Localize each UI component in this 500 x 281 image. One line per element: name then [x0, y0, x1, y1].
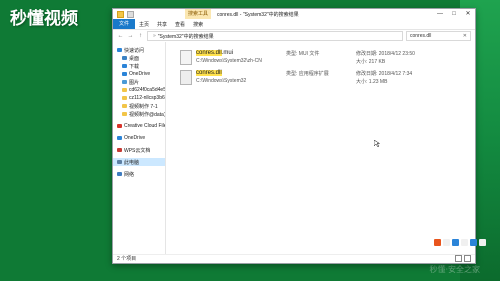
sidebar-item[interactable]: WPS云文档 — [113, 146, 165, 154]
result-type: 类型: MUI 文件 — [286, 51, 320, 57]
sidebar-item-label: 图片 — [129, 79, 140, 86]
result-name: conres.dll — [196, 70, 222, 76]
sidebar-item[interactable]: cz112-nllcsp3b6f4 — [113, 94, 165, 102]
tab-search[interactable]: 搜索 — [189, 21, 207, 28]
result-name: conres.dll.mui — [196, 50, 234, 56]
tab-home[interactable]: 主页 — [135, 21, 153, 28]
wps-icon — [117, 148, 122, 152]
properties-icon[interactable] — [127, 11, 134, 18]
sidebar-item-label: cd624f0ca5d4e5-7 — [129, 87, 165, 93]
folder-icon — [122, 88, 127, 92]
back-button[interactable]: ← — [117, 33, 124, 39]
sidebar-item-label: WPS云文档 — [124, 147, 151, 154]
sidebar-item-label: OneDrive — [129, 71, 151, 77]
cloud-icon — [117, 136, 122, 140]
ribbon-tabs: 文件 主页 共享 查看 搜索 — [113, 19, 475, 29]
status-bar: 2 个项目 — [113, 254, 475, 263]
folder-icon — [122, 112, 127, 116]
star-icon — [117, 48, 122, 52]
file-icon — [180, 50, 192, 65]
folder-icon[interactable] — [117, 11, 124, 18]
sidebar-item[interactable]: OneDrive — [113, 70, 165, 78]
desktop-icon — [122, 56, 127, 60]
item-count: 2 个项目 — [117, 256, 137, 262]
sidebar-item[interactable]: 视频制作@data文件 — [113, 110, 165, 118]
computer-icon — [117, 160, 122, 164]
window-title: conres.dll - "System32"中的搜索结果 — [217, 12, 299, 18]
address-row: ← → ↑ » "System32"中的搜索结果 conres.dll ✕ — [113, 29, 475, 42]
minimize-button[interactable]: — — [433, 9, 447, 19]
sidebar-item-label: 下载 — [129, 63, 140, 70]
tools-icon[interactable] — [479, 239, 486, 246]
cc-icon — [117, 124, 122, 128]
sidebar-item[interactable]: cd624f0ca5d4e5-7 — [113, 86, 165, 94]
result-item[interactable]: conres.dll.mui C:\Windows\System32\zh-CN… — [180, 48, 470, 68]
watermark-logo: 秒懂视频 — [10, 9, 78, 29]
sidebar-item-label: cz112-nllcsp3b6f4 — [129, 95, 165, 101]
address-bar[interactable]: » "System32"中的搜索结果 — [147, 31, 403, 41]
search-value: conres.dll — [410, 33, 432, 39]
clear-search-icon[interactable]: ✕ — [463, 33, 467, 39]
busy-cursor-icon — [374, 140, 380, 147]
navigation-pane: 快速访问桌面下载OneDrive图片cd624f0ca5d4e5-7cz112-… — [113, 42, 166, 255]
result-size: 大小: 217 KB — [356, 59, 386, 65]
sidebar-item[interactable]: 视频制作 7-1 — [113, 102, 165, 110]
network-icon — [117, 172, 122, 176]
maximize-button[interactable]: □ — [447, 9, 461, 19]
breadcrumb-location[interactable]: "System32"中的搜索结果 — [158, 33, 214, 40]
sidebar-item-label: 桌面 — [129, 55, 140, 62]
explorer-window: 搜索工具 conres.dll - "System32"中的搜索结果 — □ ✕… — [112, 8, 476, 264]
skin-icon[interactable] — [470, 239, 477, 246]
result-path: C:\Windows\System32\zh-CN — [196, 58, 262, 64]
folder-icon — [122, 104, 127, 108]
context-tab-search-tools[interactable]: 搜索工具 — [185, 9, 211, 19]
large-icons-view-icon[interactable] — [464, 255, 471, 262]
dll-file-icon — [180, 70, 192, 85]
sidebar-item-label: Creative Cloud Files — [124, 123, 165, 129]
sidebar-item[interactable]: OneDrive — [113, 134, 165, 142]
title-bar: 搜索工具 conres.dll - "System32"中的搜索结果 — □ ✕ — [113, 9, 475, 19]
result-date: 修改日期: 2018/4/12 7:34 — [356, 71, 413, 77]
punctuation-icon[interactable] — [443, 239, 450, 246]
details-view-icon[interactable] — [455, 255, 462, 262]
sidebar-item[interactable]: Creative Cloud Files — [113, 122, 165, 130]
forward-button[interactable]: → — [127, 33, 134, 39]
sidebar-item-label: 快速访问 — [124, 47, 145, 54]
sidebar-item-label: 视频制作 7-1 — [129, 103, 158, 110]
sidebar-item-label: 视频制作@data文件 — [129, 111, 165, 118]
sidebar-item-label: OneDrive — [124, 135, 146, 141]
voice-icon[interactable] — [452, 239, 459, 246]
tab-share[interactable]: 共享 — [153, 21, 171, 28]
keyboard-icon[interactable] — [461, 239, 468, 246]
watermark-corner: 秒懂·安全之家 — [429, 265, 480, 274]
tab-file[interactable]: 文件 — [113, 19, 136, 29]
result-size: 大小: 1.23 MB — [356, 79, 388, 85]
sidebar-item[interactable]: 桌面 — [113, 54, 165, 62]
result-item[interactable]: conres.dll C:\Windows\System32 类型: 应用程序扩… — [180, 68, 470, 88]
sidebar-item[interactable]: 网络 — [113, 170, 165, 178]
up-button[interactable]: ↑ — [137, 33, 144, 39]
sidebar-item-label: 此电脑 — [124, 159, 140, 166]
close-button[interactable]: ✕ — [461, 9, 475, 19]
ime-icon[interactable] — [434, 239, 441, 246]
sidebar-item[interactable]: 图片 — [113, 78, 165, 86]
folder-icon — [122, 96, 127, 100]
result-path: C:\Windows\System32 — [196, 78, 247, 84]
ime-toolbar — [434, 239, 486, 246]
tab-view[interactable]: 查看 — [171, 21, 189, 28]
results-pane: conres.dll.mui C:\Windows\System32\zh-CN… — [166, 42, 475, 255]
sidebar-item[interactable]: 下载 — [113, 62, 165, 70]
result-type: 类型: 应用程序扩展 — [286, 71, 329, 77]
picture-icon — [122, 80, 127, 84]
sidebar-item-label: 网络 — [124, 171, 135, 178]
cloud-icon — [122, 72, 127, 76]
quick-access-toolbar — [117, 11, 134, 18]
sidebar-item[interactable]: 此电脑 — [113, 158, 165, 166]
download-icon — [122, 64, 127, 68]
sidebar-item[interactable]: 快速访问 — [113, 46, 165, 54]
search-input[interactable]: conres.dll ✕ — [406, 31, 471, 41]
result-date: 修改日期: 2018/4/12 23:50 — [356, 51, 415, 57]
breadcrumb-chevron[interactable]: » — [153, 33, 156, 39]
